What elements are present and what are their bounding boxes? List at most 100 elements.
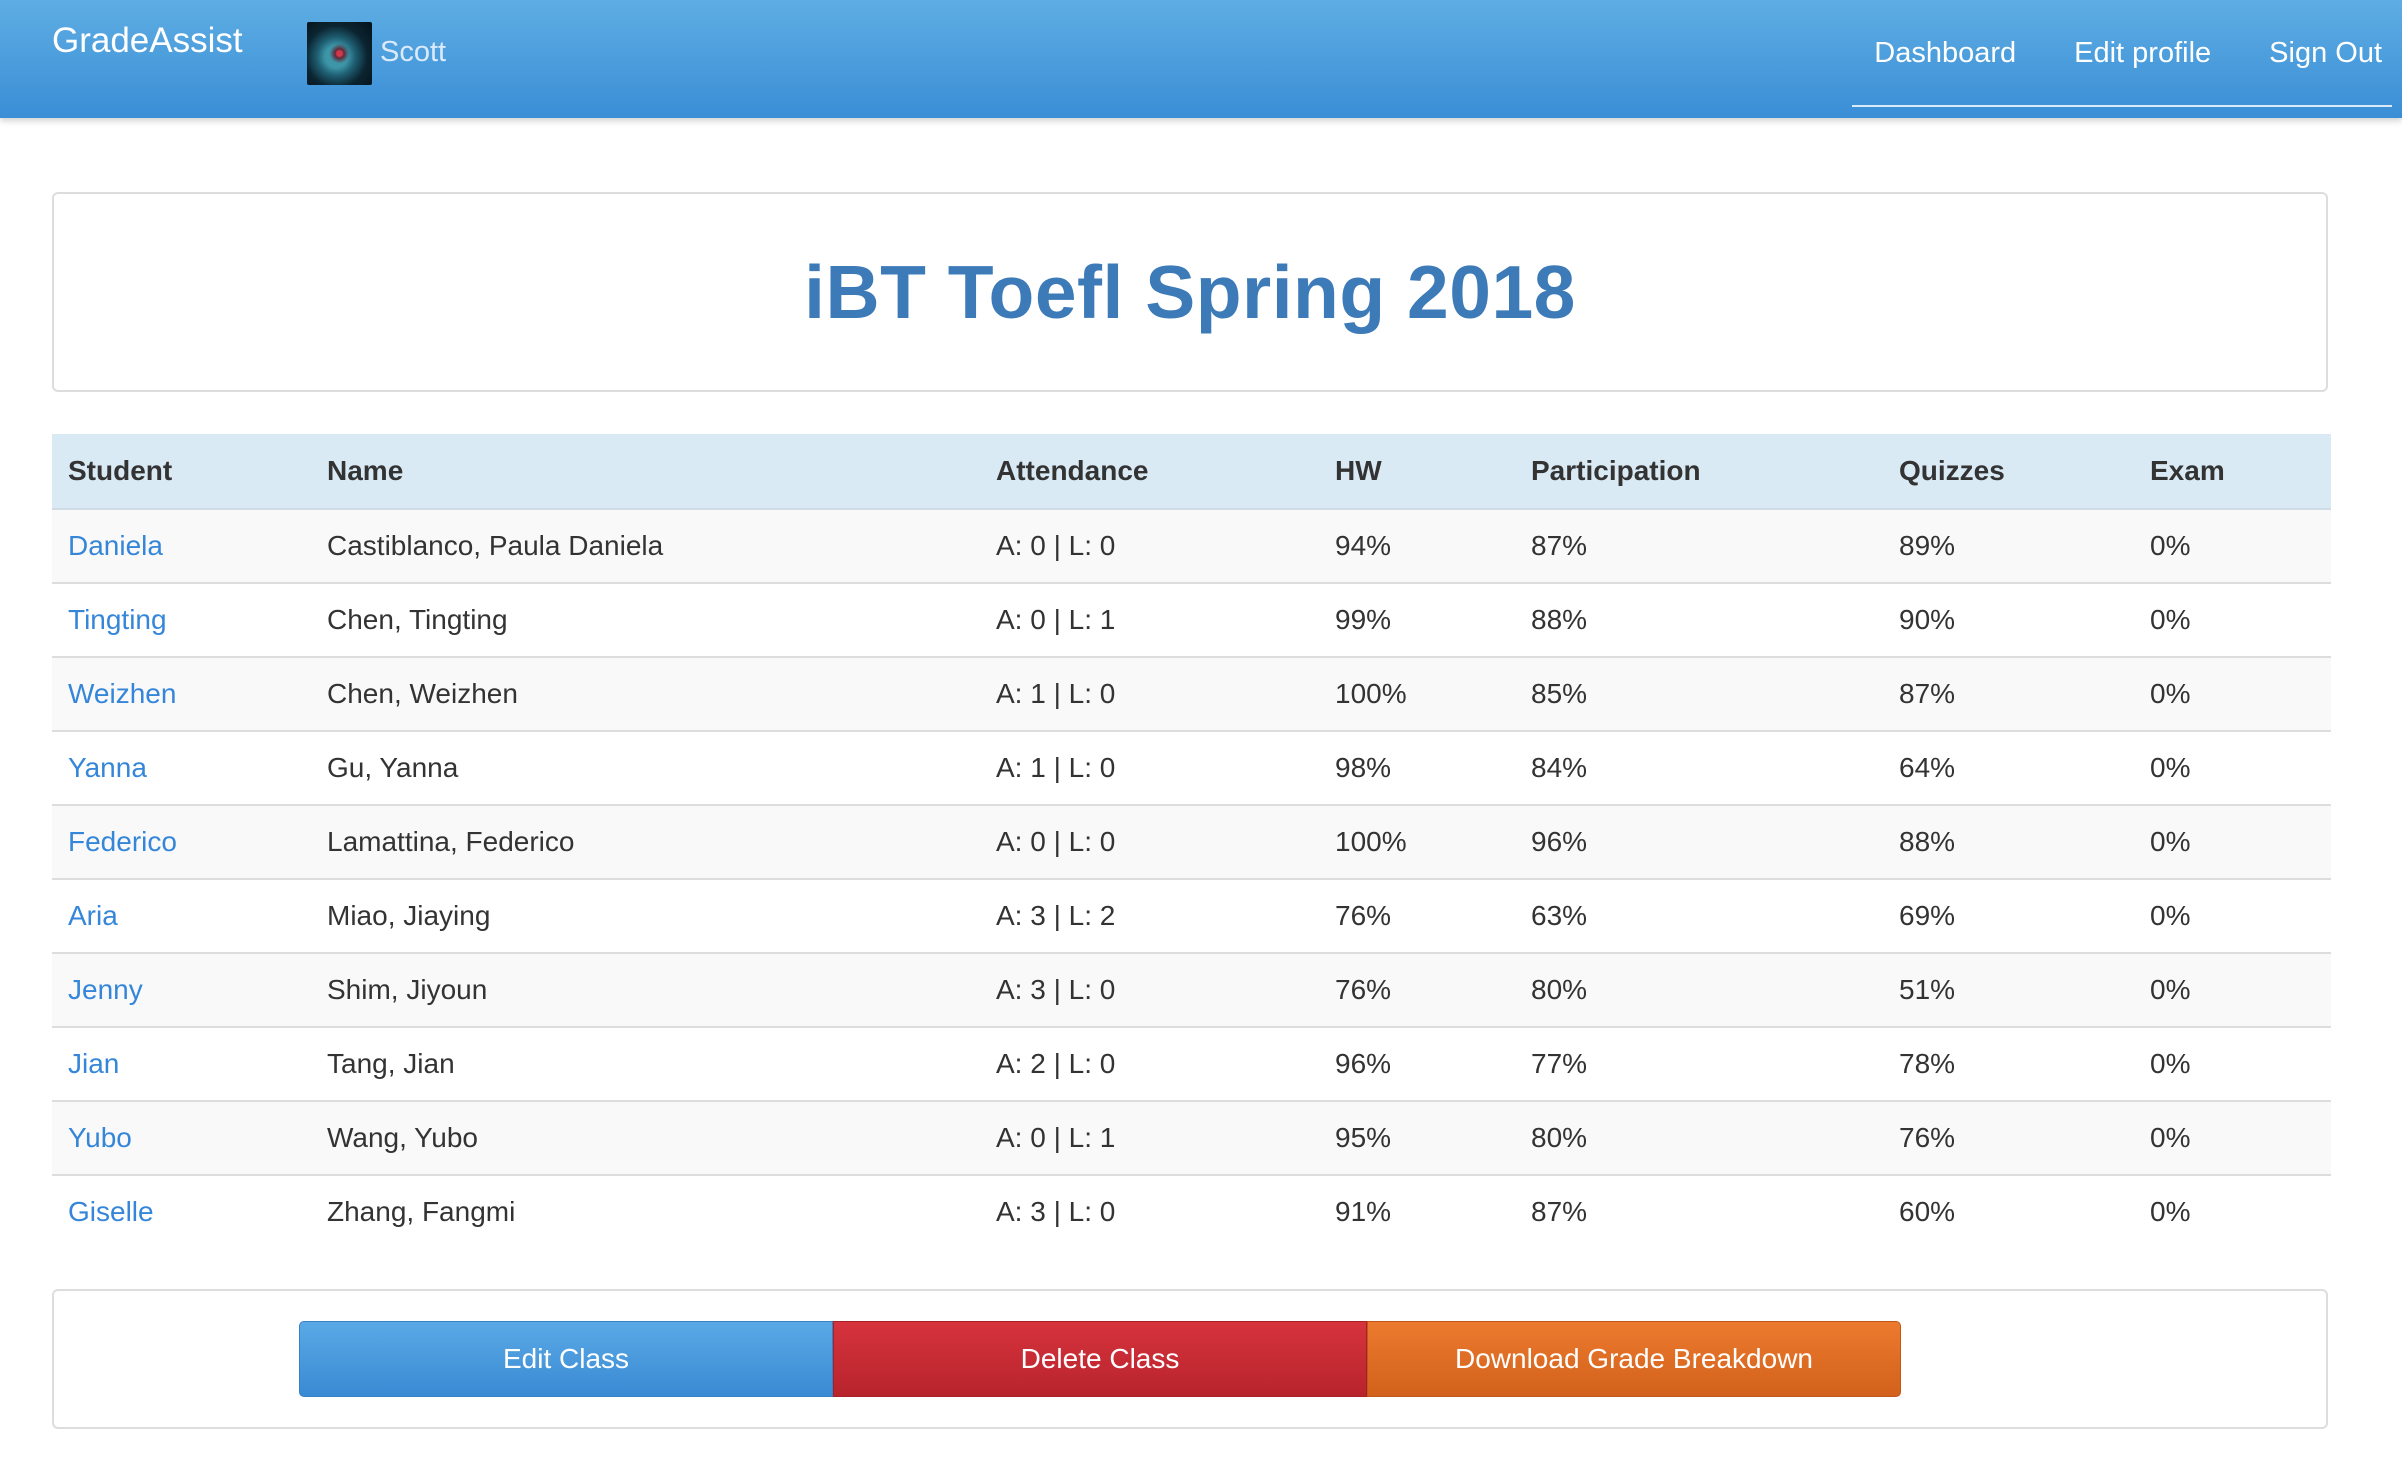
column-header-exam[interactable]: Exam bbox=[2134, 434, 2331, 510]
table-header-row: Student Name Attendance HW Participation… bbox=[52, 434, 2331, 510]
quizzes-cell: 78% bbox=[1883, 1027, 2134, 1102]
exam-cell: 0% bbox=[2134, 879, 2331, 954]
download-grade-breakdown-button[interactable]: Download Grade Breakdown bbox=[1367, 1321, 1901, 1397]
column-header-quizzes[interactable]: Quizzes bbox=[1883, 434, 2134, 510]
nav-links: Dashboard Edit profile Sign Out bbox=[1852, 0, 2392, 107]
attendance-cell: A: 0 | L: 0 bbox=[980, 509, 1319, 584]
quizzes-cell: 60% bbox=[1883, 1175, 2134, 1248]
attendance-cell: A: 0 | L: 1 bbox=[980, 1101, 1319, 1176]
quizzes-cell: 87% bbox=[1883, 657, 2134, 732]
participation-cell: 87% bbox=[1515, 1175, 1883, 1248]
top-navbar: GradeAssist Scott Dashboard Edit profile… bbox=[0, 0, 2402, 118]
table-row: Aria Miao, Jiaying A: 3 | L: 2 76% 63% 6… bbox=[52, 879, 2331, 954]
quizzes-cell: 69% bbox=[1883, 879, 2134, 954]
hw-cell: 76% bbox=[1319, 879, 1515, 954]
student-link[interactable]: Yanna bbox=[52, 731, 311, 806]
attendance-cell: A: 0 | L: 0 bbox=[980, 805, 1319, 880]
attendance-cell: A: 3 | L: 2 bbox=[980, 879, 1319, 954]
grades-table: Student Name Attendance HW Participation… bbox=[52, 434, 2331, 1248]
quizzes-cell: 90% bbox=[1883, 583, 2134, 658]
class-actions-button-group: Edit Class Delete Class Download Grade B… bbox=[299, 1321, 1901, 1397]
quizzes-cell: 64% bbox=[1883, 731, 2134, 806]
exam-cell: 0% bbox=[2134, 1027, 2331, 1102]
attendance-cell: A: 1 | L: 0 bbox=[980, 731, 1319, 806]
column-header-hw[interactable]: HW bbox=[1319, 434, 1515, 510]
hw-cell: 96% bbox=[1319, 1027, 1515, 1102]
student-link[interactable]: Aria bbox=[52, 879, 311, 954]
column-header-participation[interactable]: Participation bbox=[1515, 434, 1883, 510]
table-row: Daniela Castiblanco, Paula Daniela A: 0 … bbox=[52, 509, 2331, 584]
attendance-cell: A: 2 | L: 0 bbox=[980, 1027, 1319, 1102]
table-row: Yubo Wang, Yubo A: 0 | L: 1 95% 80% 76% … bbox=[52, 1101, 2331, 1176]
participation-cell: 80% bbox=[1515, 1101, 1883, 1176]
attendance-cell: A: 0 | L: 1 bbox=[980, 583, 1319, 658]
exam-cell: 0% bbox=[2134, 1101, 2331, 1176]
column-header-attendance[interactable]: Attendance bbox=[980, 434, 1319, 510]
hw-cell: 76% bbox=[1319, 953, 1515, 1028]
table-row: Weizhen Chen, Weizhen A: 1 | L: 0 100% 8… bbox=[52, 657, 2331, 732]
participation-cell: 96% bbox=[1515, 805, 1883, 880]
student-link[interactable]: Yubo bbox=[52, 1101, 311, 1176]
exam-cell: 0% bbox=[2134, 1175, 2331, 1248]
student-full-name: Miao, Jiaying bbox=[311, 879, 980, 954]
nav-sign-out-link[interactable]: Sign Out bbox=[2269, 34, 2382, 72]
delete-class-button[interactable]: Delete Class bbox=[833, 1321, 1367, 1397]
student-link[interactable]: Federico bbox=[52, 805, 311, 880]
exam-cell: 0% bbox=[2134, 657, 2331, 732]
user-name-link[interactable]: Scott bbox=[380, 33, 446, 71]
student-link[interactable]: Tingting bbox=[52, 583, 311, 658]
student-link[interactable]: Jian bbox=[52, 1027, 311, 1102]
brand-logo-link[interactable]: GradeAssist bbox=[52, 19, 243, 63]
table-row: Giselle Zhang, Fangmi A: 3 | L: 0 91% 87… bbox=[52, 1175, 2331, 1248]
quizzes-cell: 89% bbox=[1883, 509, 2134, 584]
student-full-name: Wang, Yubo bbox=[311, 1101, 980, 1176]
participation-cell: 85% bbox=[1515, 657, 1883, 732]
student-link[interactable]: Jenny bbox=[52, 953, 311, 1028]
student-link[interactable]: Daniela bbox=[52, 509, 311, 584]
class-title-panel: iBT Toefl Spring 2018 bbox=[52, 192, 2328, 392]
participation-cell: 84% bbox=[1515, 731, 1883, 806]
participation-cell: 88% bbox=[1515, 583, 1883, 658]
hw-cell: 100% bbox=[1319, 805, 1515, 880]
table-row: Yanna Gu, Yanna A: 1 | L: 0 98% 84% 64% … bbox=[52, 731, 2331, 806]
participation-cell: 80% bbox=[1515, 953, 1883, 1028]
table-row: Jian Tang, Jian A: 2 | L: 0 96% 77% 78% … bbox=[52, 1027, 2331, 1102]
exam-cell: 0% bbox=[2134, 731, 2331, 806]
nav-edit-profile-link[interactable]: Edit profile bbox=[2074, 34, 2211, 72]
user-avatar[interactable] bbox=[307, 22, 372, 85]
column-header-name[interactable]: Name bbox=[311, 434, 980, 510]
attendance-cell: A: 1 | L: 0 bbox=[980, 657, 1319, 732]
table-row: Federico Lamattina, Federico A: 0 | L: 0… bbox=[52, 805, 2331, 880]
student-full-name: Chen, Weizhen bbox=[311, 657, 980, 732]
participation-cell: 87% bbox=[1515, 509, 1883, 584]
table-row: Tingting Chen, Tingting A: 0 | L: 1 99% … bbox=[52, 583, 2331, 658]
table-row: Jenny Shim, Jiyoun A: 3 | L: 0 76% 80% 5… bbox=[52, 953, 2331, 1028]
quizzes-cell: 88% bbox=[1883, 805, 2134, 880]
attendance-cell: A: 3 | L: 0 bbox=[980, 1175, 1319, 1248]
hw-cell: 94% bbox=[1319, 509, 1515, 584]
exam-cell: 0% bbox=[2134, 953, 2331, 1028]
student-full-name: Chen, Tingting bbox=[311, 583, 980, 658]
column-header-student[interactable]: Student bbox=[52, 434, 311, 510]
hw-cell: 98% bbox=[1319, 731, 1515, 806]
student-link[interactable]: Weizhen bbox=[52, 657, 311, 732]
student-full-name: Castiblanco, Paula Daniela bbox=[311, 509, 980, 584]
attendance-cell: A: 3 | L: 0 bbox=[980, 953, 1319, 1028]
hw-cell: 91% bbox=[1319, 1175, 1515, 1248]
student-full-name: Gu, Yanna bbox=[311, 731, 980, 806]
student-link[interactable]: Giselle bbox=[52, 1175, 311, 1248]
nav-dashboard-link[interactable]: Dashboard bbox=[1874, 34, 2016, 72]
exam-cell: 0% bbox=[2134, 509, 2331, 584]
student-full-name: Tang, Jian bbox=[311, 1027, 980, 1102]
student-full-name: Zhang, Fangmi bbox=[311, 1175, 980, 1248]
exam-cell: 0% bbox=[2134, 583, 2331, 658]
edit-class-button[interactable]: Edit Class bbox=[299, 1321, 833, 1397]
student-full-name: Shim, Jiyoun bbox=[311, 953, 980, 1028]
class-actions-panel: Edit Class Delete Class Download Grade B… bbox=[52, 1289, 2328, 1429]
quizzes-cell: 76% bbox=[1883, 1101, 2134, 1176]
page-title: iBT Toefl Spring 2018 bbox=[804, 250, 1576, 334]
hw-cell: 95% bbox=[1319, 1101, 1515, 1176]
hw-cell: 99% bbox=[1319, 583, 1515, 658]
quizzes-cell: 51% bbox=[1883, 953, 2134, 1028]
participation-cell: 63% bbox=[1515, 879, 1883, 954]
